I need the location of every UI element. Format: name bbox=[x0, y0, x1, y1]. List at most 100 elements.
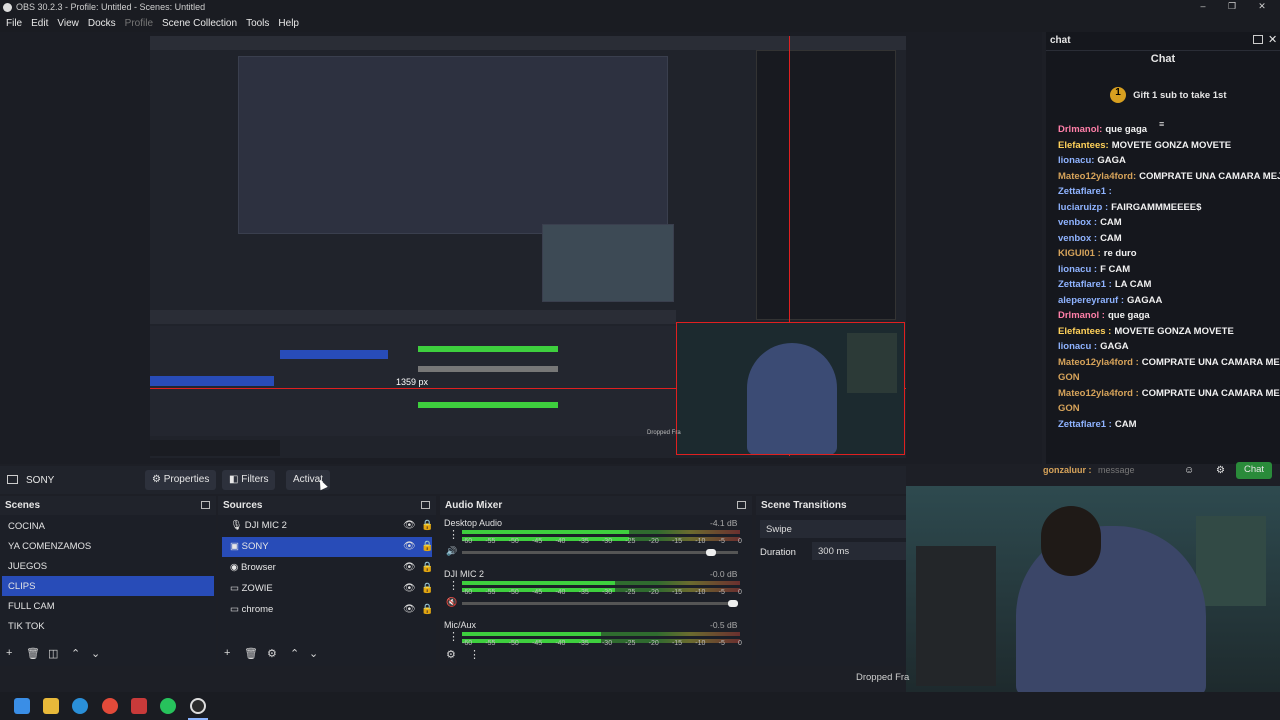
chat-username[interactable]: lionacu : bbox=[1058, 264, 1097, 275]
remove-scene-icon[interactable]: 🗑 bbox=[26, 647, 40, 660]
visibility-eye-icon[interactable]: 👁 bbox=[403, 604, 416, 615]
close-dock-icon[interactable]: ✕ bbox=[1268, 33, 1277, 46]
chat-username[interactable]: venbox : bbox=[1058, 233, 1097, 244]
file-explorer-icon[interactable] bbox=[43, 698, 59, 714]
source-item[interactable]: 🎙 DJI MIC 2 👁 🔒 bbox=[222, 516, 433, 536]
chat-text: MOVETE GONZA MOVETE bbox=[1111, 139, 1232, 151]
scene-item[interactable]: CLIPS bbox=[2, 576, 214, 596]
move-down-icon[interactable]: ⌄ bbox=[91, 647, 100, 660]
scene-item[interactable]: YA COMENZAMOS bbox=[2, 536, 214, 556]
channel-menu-icon[interactable]: ⋮ bbox=[448, 579, 459, 592]
scene-item[interactable]: JUEGOS bbox=[2, 556, 214, 576]
chat-username[interactable]: KIGUI01 : bbox=[1058, 248, 1101, 259]
properties-button[interactable]: ⚙ Properties bbox=[145, 470, 217, 490]
source-item[interactable]: ▭ chrome 👁 🔒 bbox=[222, 600, 433, 620]
mixer-menu-icon[interactable]: ⋮ bbox=[469, 648, 480, 661]
lock-icon[interactable]: 🔒 bbox=[421, 541, 433, 552]
chat-username[interactable]: Mateo12yla4ford: bbox=[1058, 171, 1136, 182]
move-up-icon[interactable]: ⌃ bbox=[290, 647, 299, 660]
menu-help[interactable]: Help bbox=[274, 17, 303, 29]
chat-username[interactable]: GON bbox=[1058, 403, 1080, 414]
menu-view[interactable]: View bbox=[53, 17, 83, 29]
menu-edit[interactable]: Edit bbox=[27, 17, 52, 29]
source-item[interactable]: ◉ Browser 👁 🔒 bbox=[222, 558, 433, 578]
lock-icon[interactable]: 🔒 bbox=[421, 604, 433, 615]
menu-docks[interactable]: Docks bbox=[84, 17, 120, 29]
menu-scene-collection[interactable]: Scene Collection bbox=[158, 17, 241, 29]
move-down-icon[interactable]: ⌄ bbox=[309, 647, 318, 660]
chat-send-button[interactable]: Chat bbox=[1236, 462, 1272, 479]
chat-username[interactable]: Zettaflare1 : bbox=[1058, 419, 1112, 430]
chat-username[interactable]: lionacu: bbox=[1058, 155, 1094, 166]
channel-menu-icon[interactable]: ⋮ bbox=[448, 630, 459, 643]
mute-icon[interactable]: 🔇 bbox=[446, 597, 457, 608]
chat-username[interactable]: lionacu : bbox=[1058, 341, 1097, 352]
minimize-icon[interactable]: – bbox=[1196, 1, 1210, 14]
chat-username[interactable]: alepereyraruf : bbox=[1058, 295, 1124, 306]
source-item[interactable]: ▭ ZOWIE 👁 🔒 bbox=[222, 579, 433, 599]
app-icon[interactable] bbox=[131, 698, 147, 714]
chat-input-row[interactable]: gonzaluur : message bbox=[1043, 465, 1203, 479]
lock-icon[interactable]: 🔒 bbox=[421, 583, 433, 594]
chat-username[interactable]: Drlmanol: bbox=[1058, 124, 1102, 135]
edge-icon[interactable] bbox=[72, 698, 88, 714]
chat-username[interactable]: Mateo12yla4ford : bbox=[1058, 357, 1139, 368]
chat-username[interactable]: Drlmanol : bbox=[1058, 310, 1105, 321]
scene-item[interactable]: COCINA bbox=[2, 516, 214, 536]
spotify-icon[interactable] bbox=[160, 698, 176, 714]
add-source-icon[interactable]: + bbox=[224, 647, 230, 659]
visibility-eye-icon[interactable]: 👁 bbox=[403, 520, 416, 531]
emoji-icon[interactable]: ☺ bbox=[1184, 465, 1194, 476]
chat-username[interactable]: Zettaflare1 : bbox=[1058, 186, 1112, 197]
speaker-icon[interactable]: 🔊 bbox=[446, 546, 457, 557]
chat-username[interactable]: GON bbox=[1058, 372, 1080, 383]
restore-icon[interactable]: ❐ bbox=[1225, 1, 1239, 14]
db-scale-tick: -5 bbox=[718, 538, 725, 545]
chat-message: luciaruizp : FAIRGAMMMEEEE$ bbox=[1058, 202, 1201, 213]
chat-username[interactable]: Elefantees: bbox=[1058, 140, 1109, 151]
windows-start-icon[interactable] bbox=[14, 698, 30, 714]
float-dock-icon[interactable] bbox=[737, 501, 746, 509]
filters-button[interactable]: ◧ Filters bbox=[222, 470, 276, 490]
menu-tools[interactable]: Tools bbox=[242, 17, 273, 29]
obs-icon[interactable] bbox=[190, 698, 206, 714]
chrome-icon[interactable] bbox=[102, 698, 118, 714]
chat-username[interactable]: Mateo12yla4ford : bbox=[1058, 388, 1139, 399]
menu-profile[interactable]: Profile bbox=[121, 17, 157, 29]
chat-username[interactable]: luciaruizp : bbox=[1058, 202, 1108, 213]
visibility-eye-icon[interactable]: 👁 bbox=[403, 562, 416, 573]
float-dock-icon[interactable] bbox=[201, 501, 210, 509]
scene-item[interactable]: TIK TOK bbox=[2, 616, 214, 636]
add-scene-icon[interactable]: + bbox=[6, 647, 12, 659]
lock-icon[interactable]: 🔒 bbox=[421, 520, 433, 531]
remove-source-icon[interactable]: 🗑 bbox=[244, 647, 258, 660]
volume-slider[interactable] bbox=[462, 600, 738, 607]
volume-slider-knob[interactable] bbox=[728, 600, 738, 607]
lock-icon[interactable]: 🔒 bbox=[421, 562, 433, 573]
chat-username[interactable]: Zettaflare1 : bbox=[1058, 279, 1112, 290]
camera-source-selected[interactable] bbox=[676, 322, 905, 455]
close-icon[interactable]: ✕ bbox=[1255, 1, 1269, 14]
chat-username[interactable]: Elefantees : bbox=[1058, 326, 1111, 337]
db-scale-tick: -30 bbox=[601, 538, 613, 545]
float-dock-icon[interactable] bbox=[1253, 35, 1263, 44]
chat-username[interactable]: venbox : bbox=[1058, 217, 1097, 228]
source-item[interactable]: ▣ SONY 👁 🔒 bbox=[222, 537, 433, 557]
duration-input[interactable]: 300 ms bbox=[812, 542, 906, 560]
menu-file[interactable]: File bbox=[2, 17, 26, 29]
scene-filters-icon[interactable]: ◫ bbox=[48, 647, 58, 660]
source-properties-icon[interactable]: ⚙ bbox=[267, 647, 277, 660]
visibility-eye-icon[interactable]: 👁 bbox=[403, 583, 416, 594]
channel-menu-icon[interactable]: ⋮ bbox=[448, 528, 459, 541]
float-dock-icon[interactable] bbox=[421, 501, 430, 509]
webcam-overlay bbox=[906, 486, 1280, 692]
volume-slider-knob[interactable] bbox=[705, 549, 716, 556]
visibility-eye-icon[interactable]: 👁 bbox=[403, 541, 416, 552]
gift-sub-banner[interactable]: 1 Gift 1 sub to take 1st bbox=[1110, 87, 1250, 107]
transition-select[interactable]: Swipe bbox=[760, 520, 906, 538]
scene-item[interactable]: FULL CAM bbox=[2, 596, 214, 616]
gear-icon[interactable]: ⚙ bbox=[1216, 465, 1225, 476]
mixer-settings-icon[interactable]: ⚙ bbox=[446, 648, 456, 661]
volume-slider[interactable] bbox=[462, 549, 738, 556]
move-up-icon[interactable]: ⌃ bbox=[71, 647, 80, 660]
